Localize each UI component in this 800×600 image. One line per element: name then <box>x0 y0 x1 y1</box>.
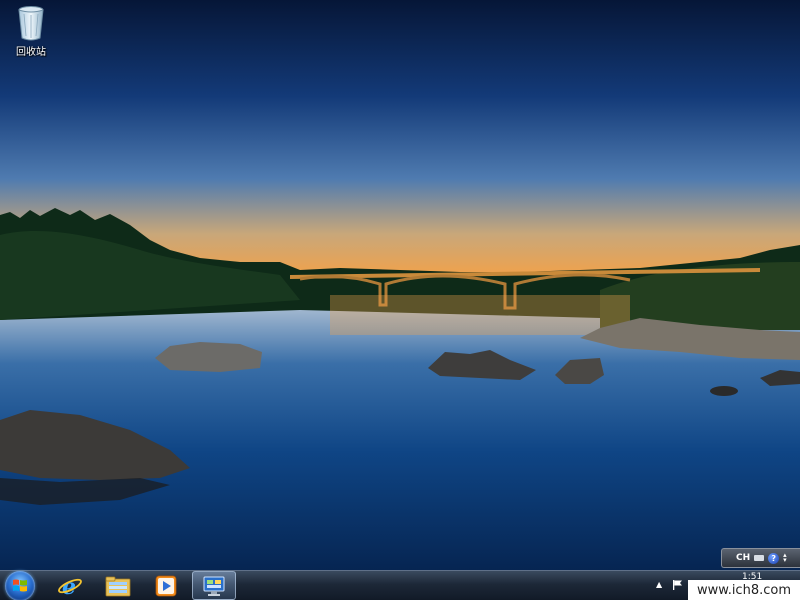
taskbar-media-player-button[interactable] <box>144 571 188 600</box>
language-indicator[interactable]: CH <box>736 553 750 563</box>
start-button[interactable] <box>5 571 35 600</box>
taskbar-windows-explorer-button[interactable] <box>96 571 140 600</box>
desktop-screen: 回收站 CH ? ▴ ▾ e ▲ 1:51 www.ich8.com <box>0 0 800 600</box>
windows-logo-icon <box>13 579 27 592</box>
action-center-flag-icon[interactable] <box>672 579 684 591</box>
show-hidden-icons-button[interactable]: ▲ <box>656 580 662 589</box>
keyboard-icon[interactable] <box>754 555 765 561</box>
desktop-icon-label: 回收站 <box>16 47 46 58</box>
svg-text:e: e <box>62 574 76 598</box>
folder-library-icon <box>105 576 131 596</box>
taskbar: e ▲ 1:51 <box>0 570 800 600</box>
taskbar-internet-explorer-button[interactable]: e <box>48 571 92 600</box>
desktop-icon-recycle-bin[interactable]: 回收站 <box>6 4 56 58</box>
language-bar[interactable]: CH ? ▴ ▾ <box>721 548 800 568</box>
media-player-icon <box>155 575 177 596</box>
options-arrows-icon[interactable]: ▴ ▾ <box>783 552 787 564</box>
taskbar-control-panel-button[interactable] <box>192 571 236 600</box>
desktop-wallpaper <box>0 0 800 570</box>
internet-explorer-icon: e <box>58 574 82 598</box>
site-watermark: www.ich8.com <box>688 580 800 600</box>
help-icon[interactable]: ? <box>768 552 780 564</box>
recycle-bin-icon <box>18 6 44 41</box>
control-panel-icon <box>203 576 225 596</box>
